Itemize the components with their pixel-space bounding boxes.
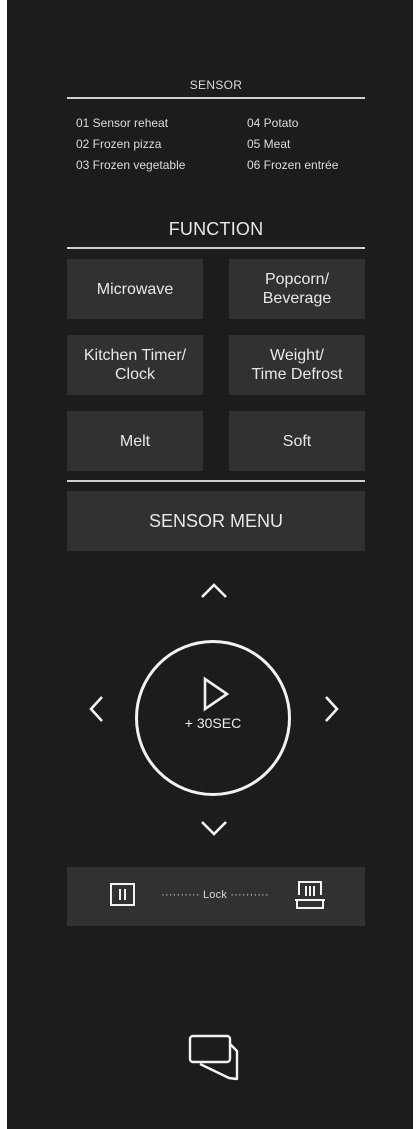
function-divider [67,247,365,249]
play-icon [198,675,232,713]
chevron-up-icon[interactable] [199,578,229,602]
sensor-item-3: 03 Frozen vegetable [76,158,186,172]
microwave-button[interactable]: Microwave [67,259,203,319]
kitchen-timer-clock-button[interactable]: Kitchen Timer/ Clock [67,335,203,395]
soft-label: Soft [282,432,312,450]
sensor-item-4: 04 Potato [247,116,299,130]
door-open-icon[interactable] [186,1030,244,1084]
timer-label-line2: Clock [114,366,155,383]
popcorn-label-line2: Beverage [262,290,332,307]
melt-button[interactable]: Melt [67,411,203,471]
popcorn-beverage-button[interactable]: Popcorn/ Beverage [229,259,365,319]
timer-label-line1: Kitchen Timer/ [83,347,187,364]
sensor-menu-label: SENSOR MENU [148,510,283,531]
sensor-item-2: 02 Frozen pizza [76,137,162,151]
defrost-label-line1: Weight/ [270,347,324,364]
child-lock-icon[interactable] [292,878,328,912]
sensor-title: SENSOR [189,78,243,92]
melt-label: Melt [119,432,151,450]
chevron-left-icon[interactable] [84,694,108,724]
chevron-down-icon[interactable] [199,816,229,840]
sensor-menu-button[interactable]: SENSOR MENU [67,491,365,551]
popcorn-label-line1: Popcorn/ [264,271,330,288]
defrost-button[interactable]: Weight/ Time Defrost [229,335,365,395]
start-label: + 30SEC [184,715,242,731]
pause-icon[interactable] [108,881,140,909]
lock-label: ·········· Lock ·········· [161,889,269,901]
defrost-label-line2: Time Defrost [251,366,343,383]
menu-divider [67,480,365,482]
microwave-label: Microwave [96,280,174,298]
control-panel [7,0,413,1129]
soft-button[interactable]: Soft [229,411,365,471]
sensor-item-5: 05 Meat [247,137,291,151]
sensor-item-1: 01 Sensor reheat [76,116,169,130]
chevron-right-icon[interactable] [320,694,344,724]
sensor-item-6: 06 Frozen entrée [247,158,339,172]
function-title: FUNCTION [168,219,264,239]
sensor-divider [67,97,365,99]
